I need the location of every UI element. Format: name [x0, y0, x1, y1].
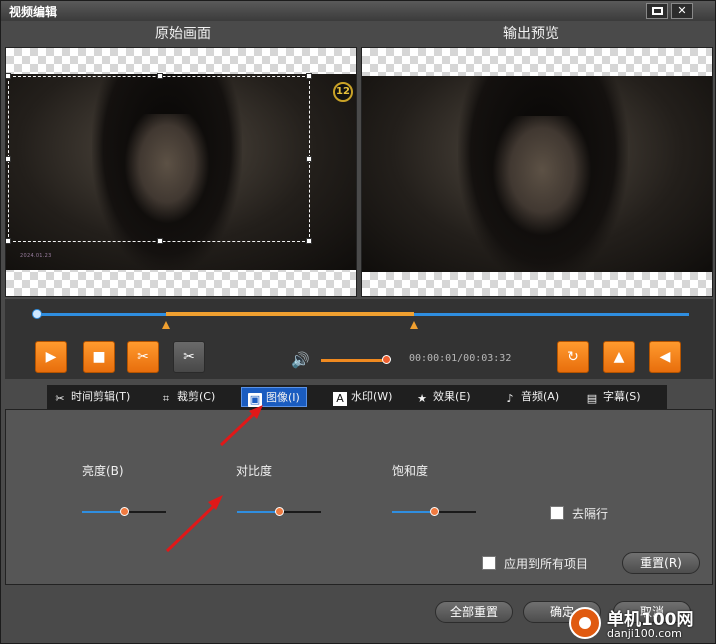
rotate-button[interactable]: ↻: [557, 341, 589, 373]
subtitle-icon: ▤: [586, 392, 598, 405]
deinterlace-label: 去隔行: [572, 507, 609, 521]
tab-crop[interactable]: ⌗ 裁剪(C): [159, 387, 215, 407]
reset-button[interactable]: 重置(R): [622, 552, 700, 574]
tab-audio[interactable]: ♪ 音频(A): [503, 387, 559, 407]
flip-horizontal-button[interactable]: ◀: [649, 341, 681, 373]
brightness-label: 亮度(B): [82, 464, 124, 478]
crop-selection-box[interactable]: [6, 73, 312, 244]
original-view-label: 原始画面: [155, 26, 211, 42]
trim-start-marker[interactable]: [161, 321, 170, 329]
crop-handle-bottom-left[interactable]: [6, 238, 11, 244]
crop-handle-top-right[interactable]: [306, 73, 312, 79]
tab-effects[interactable]: ★ 效果(E): [415, 387, 470, 407]
play-button[interactable]: ▶: [35, 341, 67, 373]
source-caption: 2024.01.23: [20, 253, 52, 259]
close-icon: ✕: [677, 4, 687, 17]
video-edit-dialog: 视频编辑 ✕ 原始画面 输出预览 12 2024.01.23 ▶ ■ ✂ ✂ 🔊…: [0, 0, 716, 644]
tab-image[interactable]: ▣ 图像(I): [241, 387, 307, 407]
cut-end-button[interactable]: ✂: [173, 341, 205, 373]
brightness-knob[interactable]: [120, 507, 129, 516]
deinterlace-checkbox[interactable]: [550, 506, 564, 520]
crop-icon: ⌗: [162, 392, 170, 405]
contrast-label: 对比度: [236, 464, 273, 478]
saturation-label: 饱和度: [392, 464, 429, 478]
watermark-logo-icon: [569, 607, 601, 639]
scissors-icon: ✂: [137, 349, 149, 365]
playback-panel: ▶ ■ ✂ ✂ 🔊 00:00:01/00:03:32 ↻ ▲ ◀: [5, 299, 713, 379]
scissors-icon: ✂: [55, 392, 65, 405]
tab-time-trim[interactable]: ✂ 时间剪辑(T): [53, 387, 130, 407]
crop-handle-bottom-right[interactable]: [306, 238, 312, 244]
reset-all-button[interactable]: 全部重置: [435, 601, 513, 623]
volume-knob[interactable]: [381, 355, 391, 364]
watermark-url: danji100.com: [607, 627, 682, 640]
title-bar: 视频编辑 ✕: [1, 1, 715, 21]
timeline-playhead[interactable]: [32, 309, 42, 319]
cut-start-button[interactable]: ✂: [127, 341, 159, 373]
rotate-icon: ↻: [567, 349, 579, 365]
time-display: 00:00:01/00:03:32: [409, 353, 512, 364]
flip-vertical-button[interactable]: ▲: [603, 341, 635, 373]
brightness-fill: [82, 511, 124, 513]
stop-icon: ■: [92, 349, 106, 365]
play-icon: ▶: [45, 349, 57, 365]
contrast-knob[interactable]: [275, 507, 284, 516]
crop-handle-top[interactable]: [157, 73, 163, 79]
site-watermark: 单机100网 danji100.com: [567, 601, 716, 644]
flip-vertical-icon: ▲: [613, 349, 625, 365]
tab-watermark[interactable]: A 水印(W): [333, 387, 392, 407]
figure-face: [492, 116, 592, 236]
volume-icon[interactable]: 🔊: [291, 351, 310, 369]
saturation-fill: [392, 511, 434, 513]
window-title: 视频编辑: [9, 5, 58, 19]
trim-end-marker[interactable]: [410, 321, 419, 329]
image-settings-panel: 亮度(B) 对比度 饱和度 去隔行 应用到所有项目 重置(R): [5, 409, 713, 585]
saturation-knob[interactable]: [430, 507, 439, 516]
maximize-button[interactable]: [646, 3, 668, 19]
output-video-frame: [362, 76, 712, 272]
cut-icon: ✂: [183, 349, 195, 365]
contrast-slider[interactable]: [237, 507, 321, 516]
output-preview: [361, 47, 713, 297]
star-icon: ★: [417, 392, 427, 405]
timeline-selection: [165, 312, 415, 316]
image-icon: ▣: [248, 393, 262, 407]
flip-horizontal-icon: ◀: [659, 349, 671, 365]
edit-tabs: ✂ 时间剪辑(T) ⌗ 裁剪(C) ▣ 图像(I) A 水印(W) ★ 效果(E) ♪ 音频…: [47, 385, 667, 409]
crop-handle-left[interactable]: [6, 156, 11, 162]
tab-subtitle[interactable]: ▤ 字幕(S): [585, 387, 641, 407]
crop-handle-right[interactable]: [306, 156, 312, 162]
brightness-slider[interactable]: [82, 507, 166, 516]
maximize-icon: [651, 7, 663, 15]
apply-all-label: 应用到所有项目: [504, 557, 589, 571]
original-preview[interactable]: 12 2024.01.23: [5, 47, 357, 297]
music-note-icon: ♪: [506, 392, 514, 405]
apply-all-checkbox[interactable]: [482, 556, 496, 570]
contrast-fill: [237, 511, 279, 513]
text-a-icon: A: [333, 392, 347, 406]
stop-button[interactable]: ■: [83, 341, 115, 373]
crop-handle-top-left[interactable]: [6, 73, 11, 79]
rating-badge: 12: [333, 82, 353, 102]
output-preview-label: 输出预览: [503, 26, 559, 42]
saturation-slider[interactable]: [392, 507, 476, 516]
close-button[interactable]: ✕: [671, 3, 693, 19]
volume-slider[interactable]: [321, 359, 386, 362]
crop-handle-bottom[interactable]: [157, 238, 163, 244]
